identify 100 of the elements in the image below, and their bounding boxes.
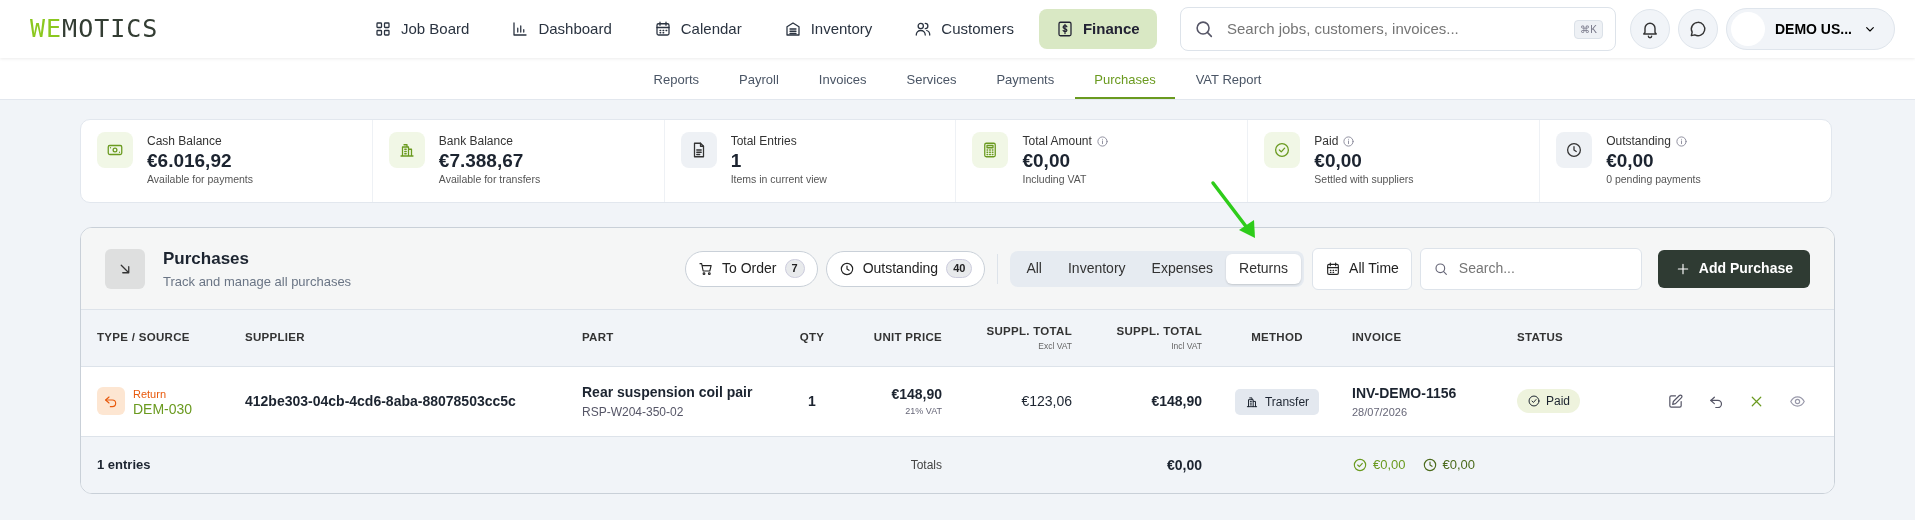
user-menu[interactable]: DEMO US... [1726, 8, 1895, 50]
unit-price: €148,90 [890, 385, 942, 405]
stat-caption: Including VAT [1022, 171, 1088, 187]
segment-tab[interactable]: Returns [1226, 253, 1302, 284]
count-badge: 40 [946, 259, 973, 278]
section-title: Purchases [163, 248, 250, 270]
stat-value: €7.388,67 [438, 150, 525, 172]
subnav-tab[interactable]: Reports [634, 58, 719, 99]
segment-tab[interactable]: Inventory [1054, 253, 1139, 284]
stat-icon [388, 132, 425, 168]
outstanding-total: €0,00 [1442, 456, 1476, 475]
clock-icon [838, 260, 855, 277]
column-header: QTY [798, 330, 826, 346]
search-box[interactable]: Search jobs, customers, invoices... ⌘K [1180, 7, 1616, 51]
edit-button[interactable] [1667, 393, 1684, 410]
clock-icon [1421, 457, 1438, 473]
stat-caption: Available for payments [147, 171, 254, 187]
stat-caption: Settled with suppliers [1314, 171, 1414, 187]
stat-label: Total Entries [730, 133, 797, 150]
info-icon [1342, 134, 1356, 148]
subnav-tab[interactable]: Invoices [799, 58, 886, 99]
nav-tab[interactable]: Finance [1038, 8, 1157, 50]
column-header: SUPPL. TOTAL Excl VAT [985, 324, 1072, 353]
part-number: RSP-W204-350-02 [582, 404, 685, 421]
stat-icon [972, 132, 1009, 168]
eye-icon [1788, 393, 1806, 410]
dollar-icon [1055, 20, 1074, 38]
stat-icon [1556, 132, 1593, 168]
calendar-icon [653, 20, 672, 38]
edit-icon [1667, 393, 1684, 410]
stat-label: Outstanding [1606, 133, 1671, 150]
table-cell-text: €148,90 [1150, 392, 1202, 411]
nav-tab[interactable]: Inventory [766, 8, 890, 50]
stat-label: Cash Balance [147, 133, 222, 150]
check-circle-icon [1352, 457, 1368, 473]
column-header: STATUS [1517, 330, 1565, 346]
chat-button[interactable] [1678, 9, 1718, 49]
method-badge: Transfer [1234, 388, 1320, 415]
column-header: TYPE / SOURCE [97, 330, 191, 346]
nav-tab[interactable]: Dashboard [494, 8, 629, 50]
subnav-tab[interactable]: Payments [977, 58, 1074, 99]
subnav-tab[interactable]: Purchases [1075, 58, 1175, 99]
stat-icon [97, 132, 133, 168]
info-icon [1095, 134, 1109, 148]
logo: WEMOTICS [30, 13, 160, 46]
warehouse-icon [783, 20, 802, 38]
status-badge: Paid [1517, 389, 1581, 414]
vat-rate: 21% VAT [904, 405, 942, 419]
subnav-tab[interactable]: Services [887, 58, 976, 99]
column-header: SUPPL. TOTAL Incl VAT [1115, 324, 1202, 353]
chat-icon [1688, 19, 1708, 39]
filter-button[interactable]: To Order 7 [685, 250, 818, 287]
subnav-tab[interactable]: Payroll [720, 58, 798, 99]
column-header: INVOICE [1352, 330, 1403, 346]
segment-tab[interactable]: Expenses [1138, 253, 1227, 284]
avatar [1731, 12, 1765, 46]
stat-value: €0,00 [1314, 150, 1363, 172]
stat-value: €0,00 [1606, 150, 1655, 172]
totals-label: Totals [909, 457, 942, 474]
nav-tab[interactable]: Job Board [357, 8, 487, 50]
grid-icon [374, 20, 392, 38]
stat-caption: 0 pending payments [1606, 171, 1701, 187]
stat-icon [1264, 132, 1301, 168]
stat-caption: Available for transfers [438, 171, 541, 187]
column-header: UNIT PRICE [872, 330, 942, 346]
notification-button[interactable] [1630, 9, 1670, 49]
segment-tab[interactable]: All [1013, 253, 1055, 284]
shortcut-hint: ⌘K [1574, 19, 1603, 39]
date-filter-button[interactable]: All Time [1312, 247, 1412, 290]
calendar-icon [1325, 260, 1342, 277]
return-icon [97, 387, 125, 416]
info-icon [1674, 134, 1688, 148]
search-icon [1193, 18, 1215, 40]
column-header: PART [582, 330, 615, 346]
stat-label: Paid [1314, 133, 1339, 150]
filter-button[interactable]: Outstanding 40 [825, 250, 986, 287]
total-amount: €0,00 [1165, 455, 1202, 475]
nav-tab[interactable]: Customers [897, 8, 1031, 50]
part-name: Rear suspension coil pair [582, 383, 754, 402]
users-icon [914, 20, 933, 38]
search-icon [1432, 260, 1449, 277]
stat-label: Total Amount [1022, 133, 1092, 150]
cart-icon [698, 260, 715, 277]
search-box[interactable]: Search... [1419, 247, 1642, 290]
count-badge: 7 [784, 259, 805, 278]
nav-tab[interactable]: Calendar [636, 8, 759, 50]
invoice-date: 28/07/2026 [1352, 404, 1409, 420]
stat-caption: Items in current view [730, 171, 827, 187]
column-header: SUPPLIER [245, 330, 306, 346]
eye-button[interactable] [1788, 393, 1806, 410]
subnav-tab[interactable]: VAT Report [1176, 58, 1281, 99]
type-label: Return [133, 386, 168, 402]
add-button[interactable]: Add Purchase [1657, 249, 1810, 288]
table-cell-text: 412be303-04cb-4cd6-8aba-88078503cc5c [245, 392, 517, 411]
column-header: METHOD [1250, 330, 1304, 346]
section-subtitle: Track and manage all purchases [163, 272, 352, 291]
entries-count: 1 entries [97, 456, 152, 475]
stat-icon [680, 132, 717, 168]
stat-value: 1 [730, 150, 743, 172]
table-cell-text: €123,06 [1020, 392, 1072, 411]
